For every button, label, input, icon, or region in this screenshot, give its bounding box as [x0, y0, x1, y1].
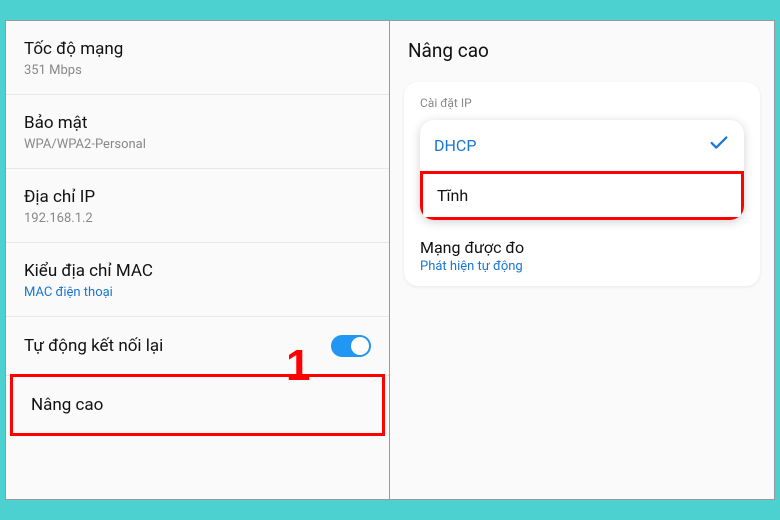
- mac-type-value: MAC điện thoại: [24, 285, 371, 300]
- advanced-row[interactable]: Nâng cao: [10, 374, 385, 436]
- auto-reconnect-toggle[interactable]: [331, 335, 371, 357]
- network-speed-value: 351 Mbps: [24, 63, 371, 78]
- security-value: WPA/WPA2-Personal: [24, 137, 371, 152]
- security-title: Bảo mật: [24, 113, 371, 133]
- security-section[interactable]: Bảo mật WPA/WPA2-Personal: [6, 95, 389, 169]
- ip-address-title: Địa chỉ IP: [24, 187, 371, 207]
- right-panel: Nâng cao Cài đặt IP DHCP Tĩnh Mạng được …: [390, 21, 774, 499]
- check-icon: [708, 132, 730, 159]
- metered-network-title: Mạng được đo: [420, 238, 744, 257]
- mac-type-title: Kiểu địa chỉ MAC: [24, 261, 371, 281]
- auto-reconnect-label: Tự động kết nối lại: [24, 336, 163, 356]
- ip-address-section[interactable]: Địa chỉ IP 192.168.1.2: [6, 169, 389, 243]
- annotation-1: 1: [286, 341, 310, 391]
- left-panel: Tốc độ mạng 351 Mbps Bảo mật WPA/WPA2-Pe…: [6, 21, 390, 499]
- static-label: Tĩnh: [437, 186, 468, 205]
- network-speed-section[interactable]: Tốc độ mạng 351 Mbps: [6, 21, 389, 95]
- mac-type-section[interactable]: Kiểu địa chỉ MAC MAC điện thoại: [6, 243, 389, 317]
- ip-settings-dropdown: DHCP Tĩnh: [420, 120, 744, 220]
- advanced-header: Nâng cao: [390, 21, 774, 76]
- ip-settings-label: Cài đặt IP: [420, 96, 744, 110]
- dropdown-option-static[interactable]: Tĩnh: [420, 171, 744, 220]
- ip-address-value: 192.168.1.2: [24, 211, 371, 226]
- network-speed-title: Tốc độ mạng: [24, 39, 371, 59]
- metered-network-sub: Phát hiện tự động: [420, 259, 744, 274]
- dropdown-option-dhcp[interactable]: DHCP: [420, 120, 744, 171]
- dhcp-label: DHCP: [434, 136, 476, 155]
- ip-settings-card: Cài đặt IP DHCP Tĩnh Mạng được đo Phát h…: [404, 82, 760, 286]
- advanced-label: Nâng cao: [31, 395, 103, 415]
- auto-reconnect-row[interactable]: Tự động kết nối lại: [6, 317, 389, 376]
